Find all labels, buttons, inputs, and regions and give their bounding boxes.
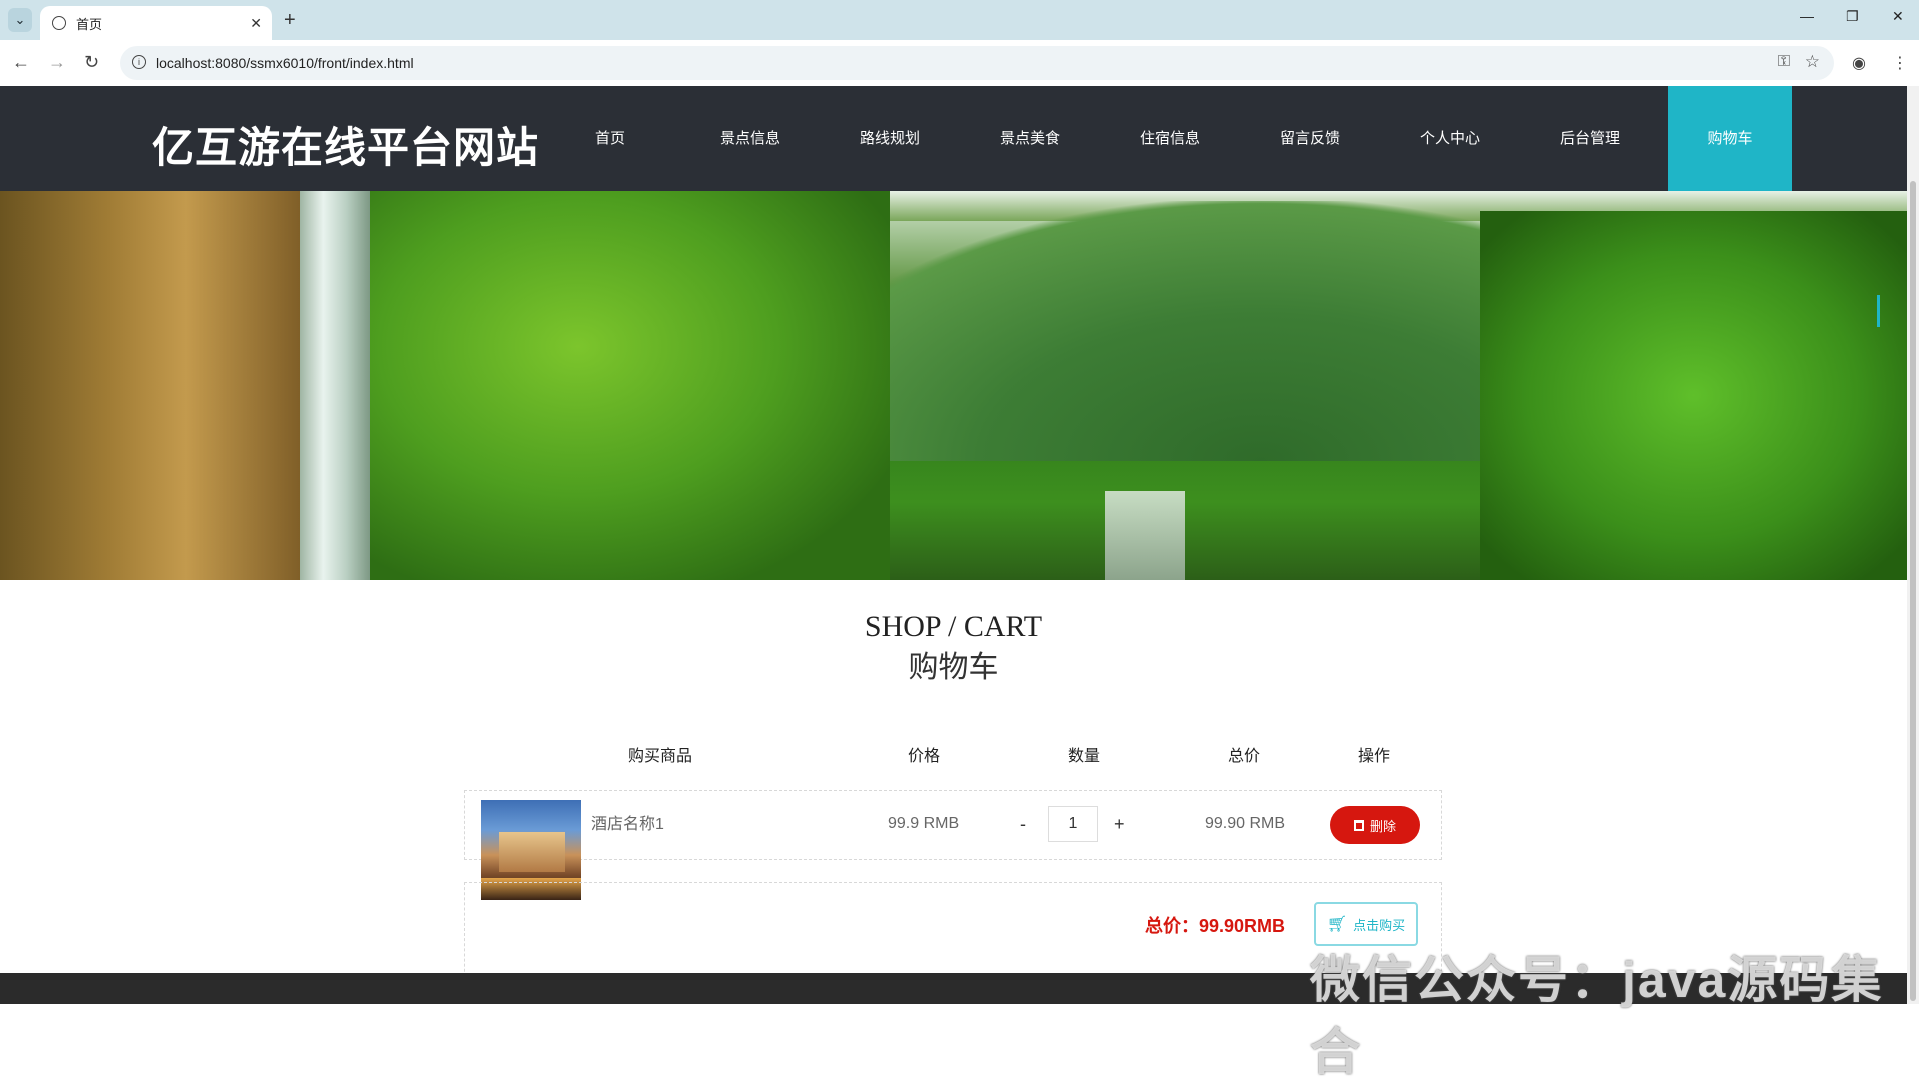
- nav-item-admin[interactable]: 后台管理: [1520, 86, 1660, 191]
- site-info-icon[interactable]: i: [132, 55, 146, 69]
- nav-item-food[interactable]: 景点美食: [960, 86, 1100, 191]
- password-key-icon[interactable]: ⚿: [1778, 53, 1790, 71]
- header-price: 价格: [908, 748, 941, 765]
- nav-item-profile[interactable]: 个人中心: [1380, 86, 1520, 191]
- delete-label: 删除: [1369, 818, 1396, 834]
- browser-tab[interactable]: 首页 ✕: [40, 6, 272, 40]
- header-product: 购买商品: [628, 748, 693, 765]
- bookmark-star-icon[interactable]: ☆: [1805, 52, 1820, 72]
- row-subtotal: 99.90 RMB: [1205, 815, 1286, 832]
- watermark-text: 微信公众号：java源码集合: [1310, 952, 1884, 1080]
- site-logo[interactable]: 亿互游在线平台网站: [152, 114, 539, 175]
- buy-label: 点击购买: [1353, 917, 1406, 933]
- header-quantity: 数量: [1068, 748, 1101, 765]
- restore-icon[interactable]: ❐: [1846, 8, 1859, 25]
- browser-menu-icon[interactable]: ⋮: [1892, 53, 1908, 73]
- nav-item-home[interactable]: 首页: [540, 86, 680, 191]
- profile-icon[interactable]: ◉: [1852, 53, 1866, 73]
- quantity-input[interactable]: [1048, 806, 1098, 842]
- tab-title: 首页: [76, 16, 103, 32]
- header-action: 操作: [1358, 748, 1391, 765]
- cart-icon: 🛒︎: [1326, 916, 1348, 933]
- header-total: 总价: [1228, 748, 1261, 765]
- scrollbar-thumb[interactable]: [1910, 181, 1916, 1001]
- browser-tab-strip: ⌄ 首页 ✕ + — ❐ ✕: [0, 0, 1919, 40]
- url-text: localhost:8080/ssmx6010/front/index.html: [156, 55, 414, 71]
- nav-item-feedback[interactable]: 留言反馈: [1240, 86, 1380, 191]
- reload-icon[interactable]: ↻: [84, 52, 99, 73]
- quantity-increase-button[interactable]: +: [1114, 814, 1125, 835]
- minimize-icon[interactable]: —: [1800, 8, 1814, 24]
- page-scrollbar[interactable]: [1907, 86, 1919, 1004]
- product-price: 99.9 RMB: [888, 815, 960, 832]
- new-tab-icon[interactable]: +: [284, 9, 296, 32]
- section-title-en: SHOP / CART: [864, 610, 1043, 643]
- grand-total: 总价：99.90RMB: [1145, 916, 1286, 936]
- address-toolbar: ← → ↻ i localhost:8080/ssmx6010/front/in…: [0, 40, 1919, 86]
- product-name[interactable]: 酒店名称1: [591, 810, 664, 834]
- forward-icon[interactable]: →: [48, 52, 66, 73]
- site-header: 亿互游在线平台网站 首页 景点信息 路线规划 景点美食 住宿信息 留言反馈 个人…: [0, 86, 1907, 191]
- back-icon[interactable]: ←: [12, 52, 30, 73]
- delete-button[interactable]: 删除: [1330, 806, 1420, 844]
- nav-item-routes[interactable]: 路线规划: [820, 86, 960, 191]
- section-title-cn: 购物车: [908, 651, 999, 684]
- nav-item-lodging[interactable]: 住宿信息: [1100, 86, 1240, 191]
- total-row: [464, 882, 1442, 982]
- tab-close-icon[interactable]: ✕: [250, 15, 262, 32]
- hero-banner-image: [0, 191, 1907, 580]
- globe-icon: [52, 16, 66, 30]
- trash-icon: [1353, 819, 1364, 831]
- nav-item-cart[interactable]: 购物车: [1668, 86, 1792, 191]
- carousel-indicator[interactable]: [1877, 295, 1880, 327]
- main-nav: 首页 景点信息 路线规划 景点美食 住宿信息 留言反馈 个人中心 后台管理 购物…: [540, 86, 1792, 191]
- url-field[interactable]: i localhost:8080/ssmx6010/front/index.ht…: [120, 46, 1834, 80]
- window-close-icon[interactable]: ✕: [1892, 8, 1904, 25]
- nav-item-attractions[interactable]: 景点信息: [680, 86, 820, 191]
- quantity-decrease-button[interactable]: -: [1020, 814, 1026, 835]
- tab-search-chevron-icon[interactable]: ⌄: [8, 8, 32, 32]
